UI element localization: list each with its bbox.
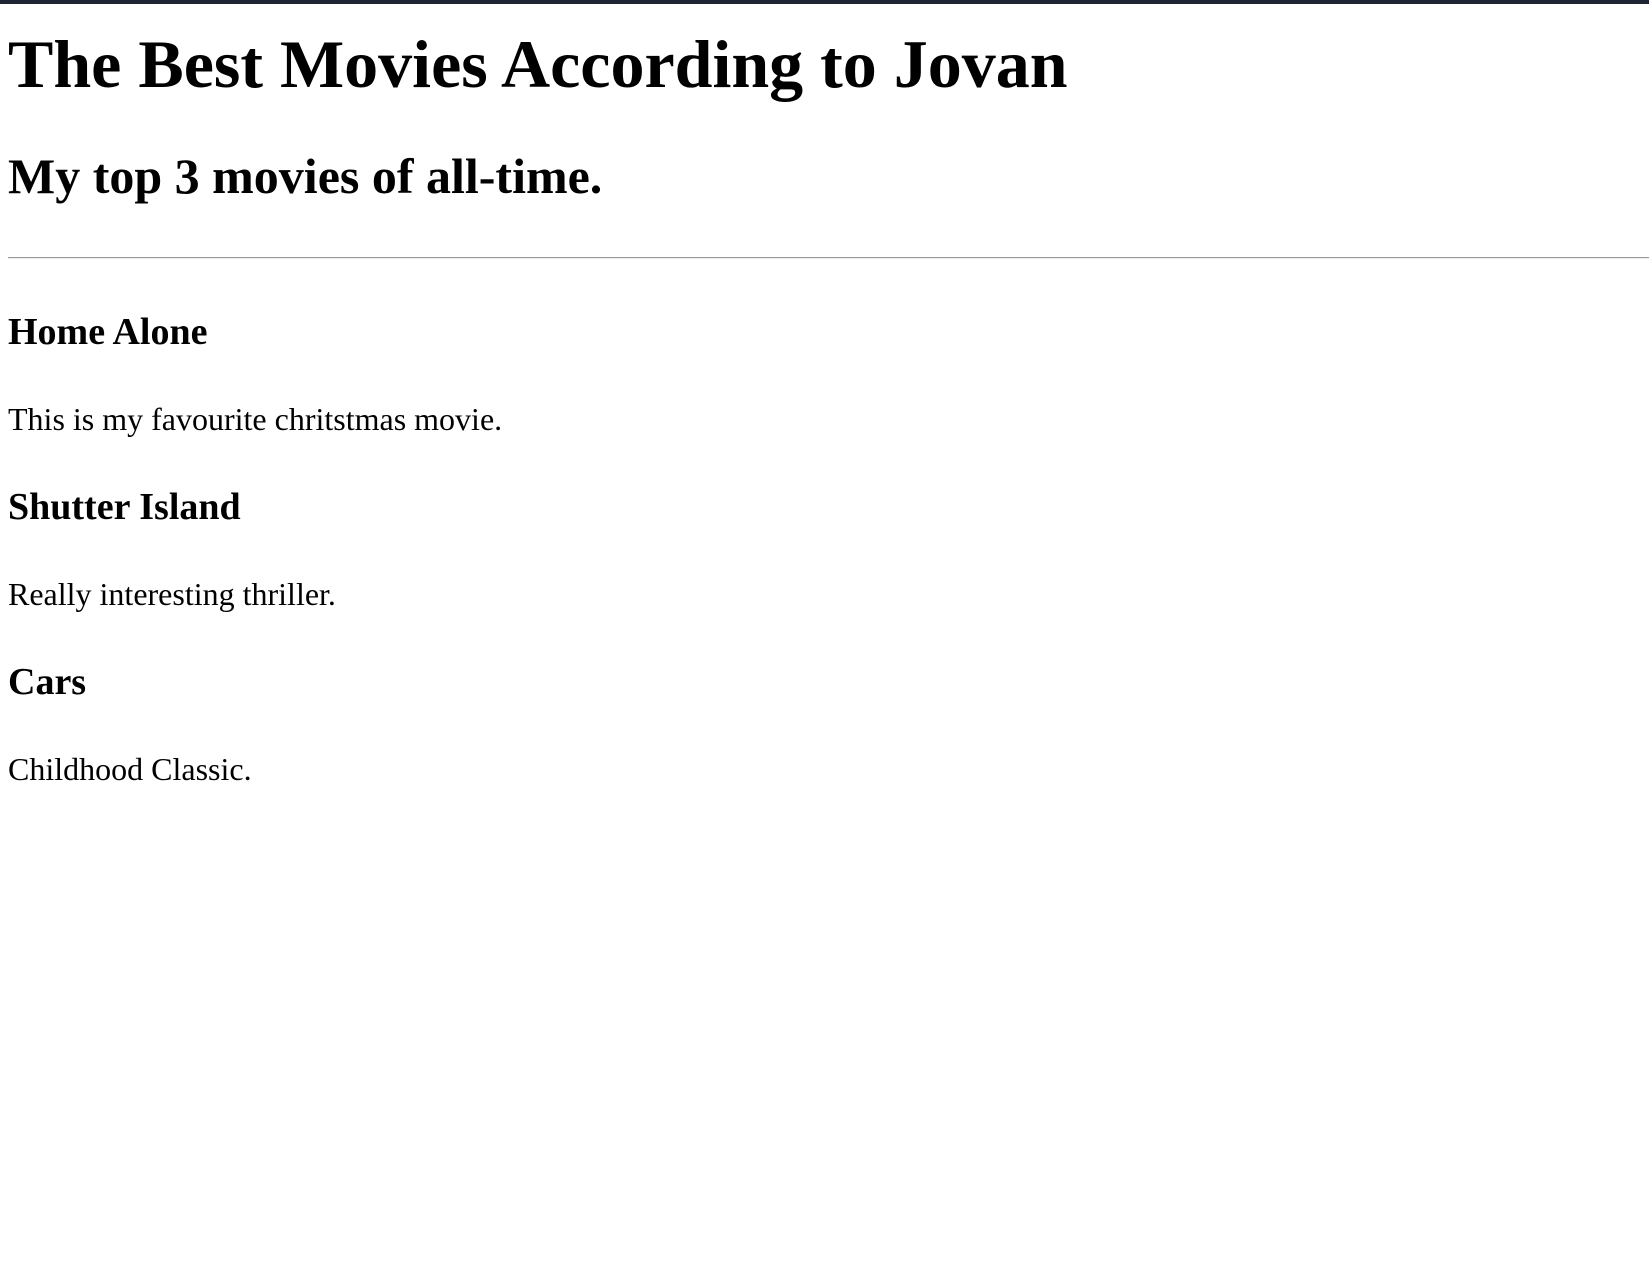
browser-top-bar <box>0 0 1649 4</box>
movie-description-shutter-island: Really interesting thriller. <box>8 576 336 612</box>
page-title: The Best Movies According to Jovan <box>8 26 1068 102</box>
movie-title-cars: Cars <box>8 661 87 703</box>
divider <box>8 257 1649 259</box>
movie-title-shutter-island: Shutter Island <box>8 486 241 528</box>
page-subtitle: My top 3 movies of all-time. <box>8 148 603 204</box>
movie-description-cars: Childhood Classic. <box>8 751 252 787</box>
movie-title-home-alone: Home Alone <box>8 311 208 353</box>
movie-description-home-alone: This is my favourite chritstmas movie. <box>8 401 503 437</box>
